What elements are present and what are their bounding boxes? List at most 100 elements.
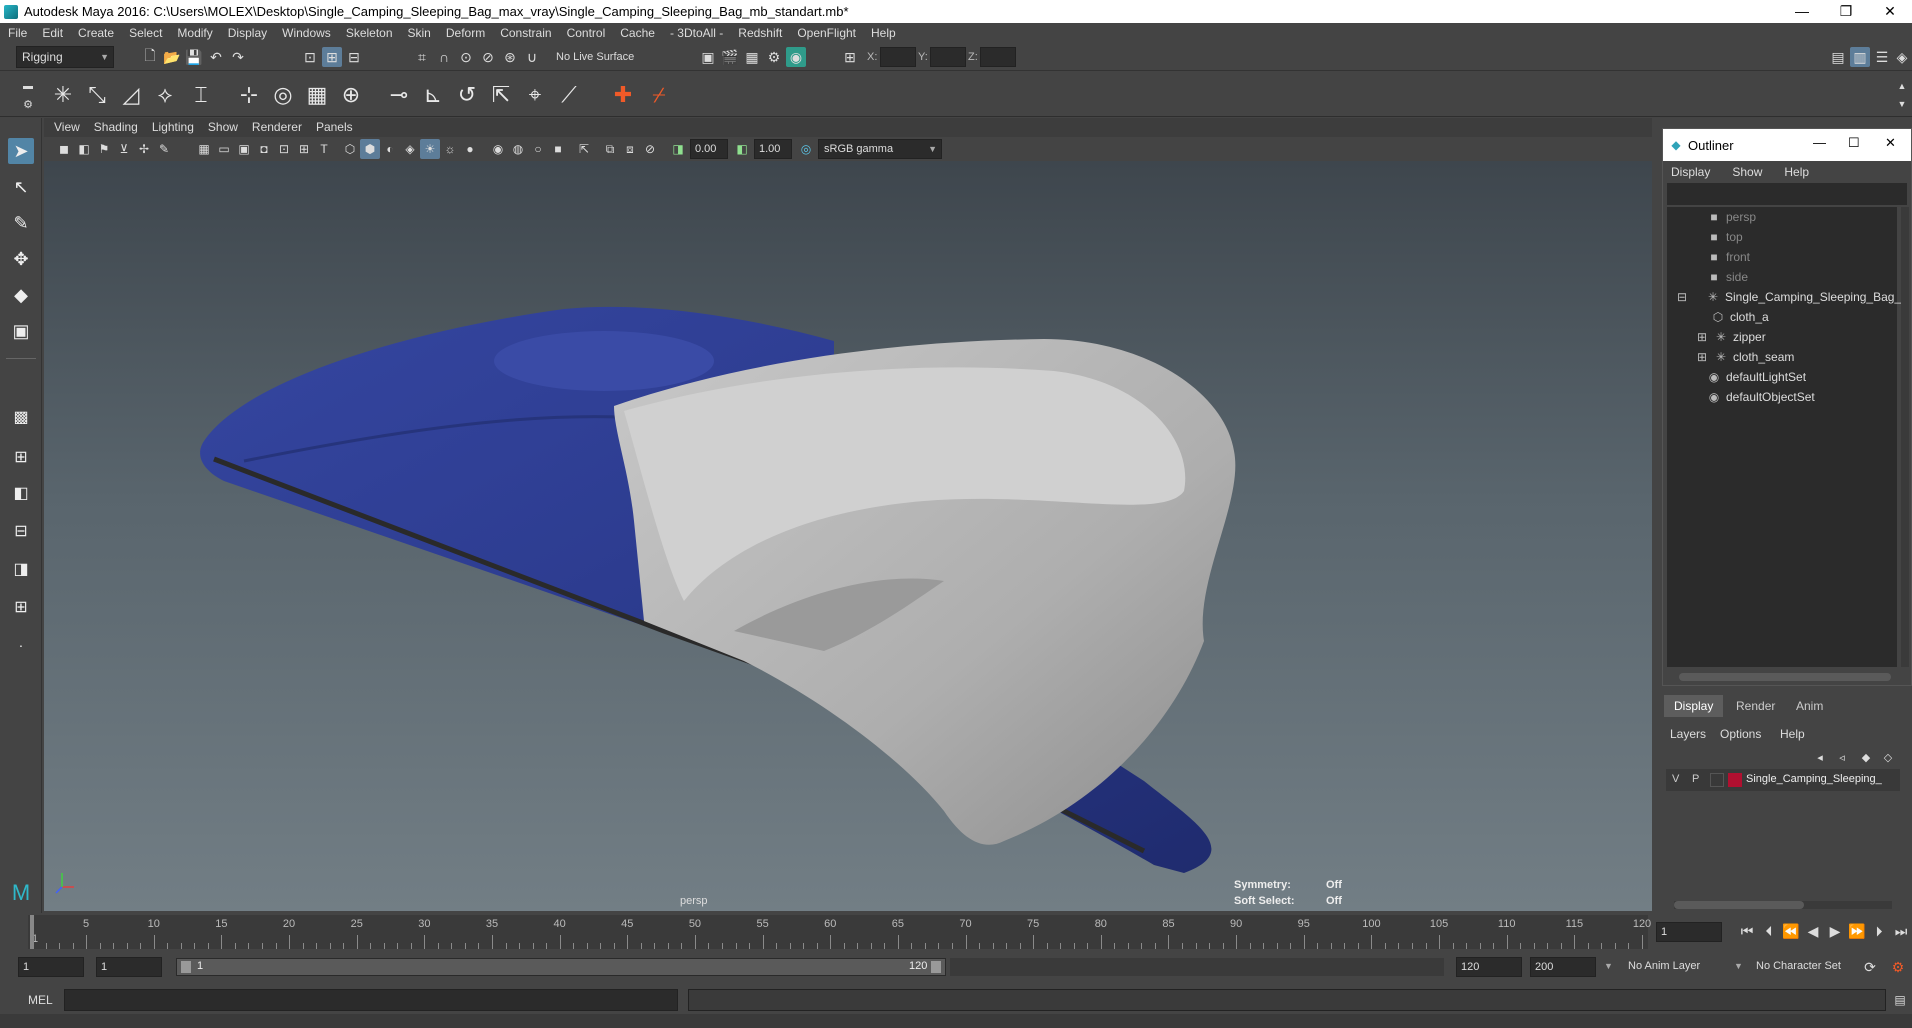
- menu-skeleton[interactable]: Skeleton: [346, 26, 393, 40]
- custom-layout-icon[interactable]: ⊞: [8, 594, 34, 620]
- script-editor-icon[interactable]: ▤: [1890, 990, 1910, 1010]
- new-empty-layer-icon[interactable]: ◆: [1856, 747, 1876, 767]
- outliner-item-cloth-a[interactable]: ⬡ cloth_a: [1711, 307, 1769, 327]
- outliner-vertical-scrollbar[interactable]: [1901, 207, 1909, 667]
- menu-control[interactable]: Control: [567, 26, 606, 40]
- layer-row[interactable]: V P Single_Camping_Sleeping_: [1666, 769, 1900, 791]
- menu-skin[interactable]: Skin: [408, 26, 431, 40]
- persp-graph-layout-icon[interactable]: ⊟: [8, 518, 34, 544]
- restore-button[interactable]: ❐: [1824, 0, 1868, 23]
- select-component-icon[interactable]: ⊟: [344, 47, 364, 67]
- range-start-handle[interactable]: [181, 961, 191, 973]
- render-settings-icon[interactable]: ⚙: [764, 47, 784, 67]
- menu-select[interactable]: Select: [129, 26, 162, 40]
- shadows-icon[interactable]: ☼: [440, 139, 460, 159]
- end-time-field[interactable]: 200: [1530, 957, 1596, 977]
- select-tool-icon[interactable]: ➤: [8, 138, 34, 164]
- playback-start-field[interactable]: 1: [96, 957, 162, 977]
- step-back-icon[interactable]: ⏴: [1758, 923, 1780, 940]
- select-hierarchy-icon[interactable]: ⊡: [300, 47, 320, 67]
- bookmark-icon[interactable]: ⚑: [94, 139, 114, 159]
- pole-vector-icon[interactable]: ⟋: [554, 80, 584, 110]
- layer-visibility-toggle[interactable]: V: [1672, 773, 1679, 785]
- menu-openflight[interactable]: OpenFlight: [797, 26, 856, 40]
- cluster-icon[interactable]: ⊕: [336, 80, 366, 110]
- layer-tab-display[interactable]: Display: [1664, 695, 1724, 717]
- new-scene-icon[interactable]: 🗋: [140, 47, 160, 67]
- move-layer-up-icon[interactable]: ◂: [1810, 747, 1830, 767]
- menuset-dropdown[interactable]: Rigging ▼: [16, 46, 114, 68]
- layer-menu-help[interactable]: Help: [1780, 727, 1805, 741]
- locator-icon[interactable]: ✚: [608, 80, 638, 110]
- xray-joints-icon[interactable]: ⧉: [600, 139, 620, 159]
- menu-create[interactable]: Create: [78, 26, 114, 40]
- select-object-icon[interactable]: ⊞: [322, 47, 342, 67]
- snap-surface-icon[interactable]: ⊛: [500, 47, 520, 67]
- snap-view-icon[interactable]: ⊘: [478, 47, 498, 67]
- minimize-button[interactable]: —: [1780, 0, 1824, 23]
- anim-layer-dropdown[interactable]: No Anim Layer: [1628, 960, 1700, 972]
- viewport-menu-view[interactable]: View: [54, 120, 80, 134]
- snap-point-icon[interactable]: ⊙: [456, 47, 476, 67]
- layer-color-swatch[interactable]: [1728, 773, 1742, 787]
- menu-constrain[interactable]: Constrain: [500, 26, 551, 40]
- layer-name[interactable]: Single_Camping_Sleeping_: [1746, 773, 1882, 785]
- backface-culling-icon[interactable]: ⊘: [640, 139, 660, 159]
- exposure-field[interactable]: 0.00: [690, 139, 728, 159]
- use-all-lights-icon[interactable]: ☀: [420, 139, 440, 159]
- play-forwards-icon[interactable]: ▶: [1824, 923, 1846, 940]
- collapse-icon[interactable]: ⊟: [1675, 290, 1689, 304]
- image-plane-icon[interactable]: ⊻: [114, 139, 134, 159]
- step-forward-icon[interactable]: ⏵: [1868, 923, 1890, 940]
- step-back-key-icon[interactable]: ⏪: [1780, 923, 1802, 940]
- layer-menu-layers[interactable]: Layers: [1670, 727, 1706, 741]
- open-scene-icon[interactable]: 📂: [162, 47, 182, 67]
- viewport-menu-renderer[interactable]: Renderer: [252, 120, 302, 134]
- rotate-tool-icon[interactable]: ◆: [8, 282, 34, 308]
- outliner-item-top[interactable]: ■ top: [1707, 227, 1742, 247]
- expand-icon[interactable]: ⊞: [1695, 350, 1709, 364]
- orient-constraint-icon[interactable]: ↺: [452, 80, 482, 110]
- scale-constraint-icon[interactable]: ⇱: [486, 80, 516, 110]
- viewport-menu-show[interactable]: Show: [208, 120, 238, 134]
- point-constraint-icon[interactable]: ⊸: [384, 80, 414, 110]
- field-chart-icon[interactable]: ⊡: [274, 139, 294, 159]
- resolution-gate-icon[interactable]: ▣: [234, 139, 254, 159]
- new-layer-from-selection-icon[interactable]: ◇: [1878, 747, 1898, 767]
- shelf-scroll-down-icon[interactable]: ▼: [1892, 94, 1912, 114]
- smooth-shade-icon[interactable]: ⬢: [360, 139, 380, 159]
- playback-end-field[interactable]: 120: [1456, 957, 1522, 977]
- attribute-editor-icon[interactable]: ▥: [1850, 47, 1870, 67]
- four-view-layout-icon[interactable]: ⊞: [8, 444, 34, 470]
- gamma-field[interactable]: 1.00: [754, 139, 792, 159]
- mirror-joint-icon[interactable]: ⟡: [150, 80, 180, 110]
- outliner-menu-show[interactable]: Show: [1732, 165, 1762, 179]
- paint-weights-icon[interactable]: ◎: [268, 80, 298, 110]
- aim-constraint-icon[interactable]: ⊾: [418, 80, 448, 110]
- two-d-pan-icon[interactable]: ✢: [134, 139, 154, 159]
- redo-icon[interactable]: ↷: [228, 47, 248, 67]
- y-field[interactable]: [930, 47, 966, 67]
- chevron-down-icon[interactable]: ▼: [1734, 961, 1743, 971]
- parent-constraint-icon[interactable]: ⌖: [520, 80, 550, 110]
- go-to-start-icon[interactable]: ⏮: [1736, 923, 1758, 940]
- start-time-field[interactable]: 1: [18, 957, 84, 977]
- move-tool-icon[interactable]: ✥: [8, 246, 34, 272]
- range-bar[interactable]: 1 120: [176, 958, 946, 976]
- expand-icon[interactable]: ⊞: [1695, 330, 1709, 344]
- layer-tab-render[interactable]: Render: [1726, 695, 1785, 717]
- ik-handle-icon[interactable]: ⤡: [82, 80, 112, 110]
- film-gate-icon[interactable]: ▭: [214, 139, 234, 159]
- range-end-handle[interactable]: [931, 961, 941, 973]
- xray-components-icon[interactable]: ⧈: [620, 139, 640, 159]
- menu-3dtoall[interactable]: - 3DtoAll -: [670, 26, 723, 40]
- insert-joint-icon[interactable]: ⌶: [186, 80, 216, 110]
- menu-display[interactable]: Display: [228, 26, 267, 40]
- live-surface-label[interactable]: No Live Surface: [556, 51, 634, 63]
- more-layouts-icon[interactable]: ·: [8, 632, 34, 658]
- bind-skin-icon[interactable]: ⊹: [234, 80, 264, 110]
- outliner-item-side[interactable]: ■ side: [1707, 267, 1748, 287]
- ik-spline-icon[interactable]: ◿: [116, 80, 146, 110]
- menu-cache[interactable]: Cache: [620, 26, 655, 40]
- paint-select-icon[interactable]: ✎: [8, 210, 34, 236]
